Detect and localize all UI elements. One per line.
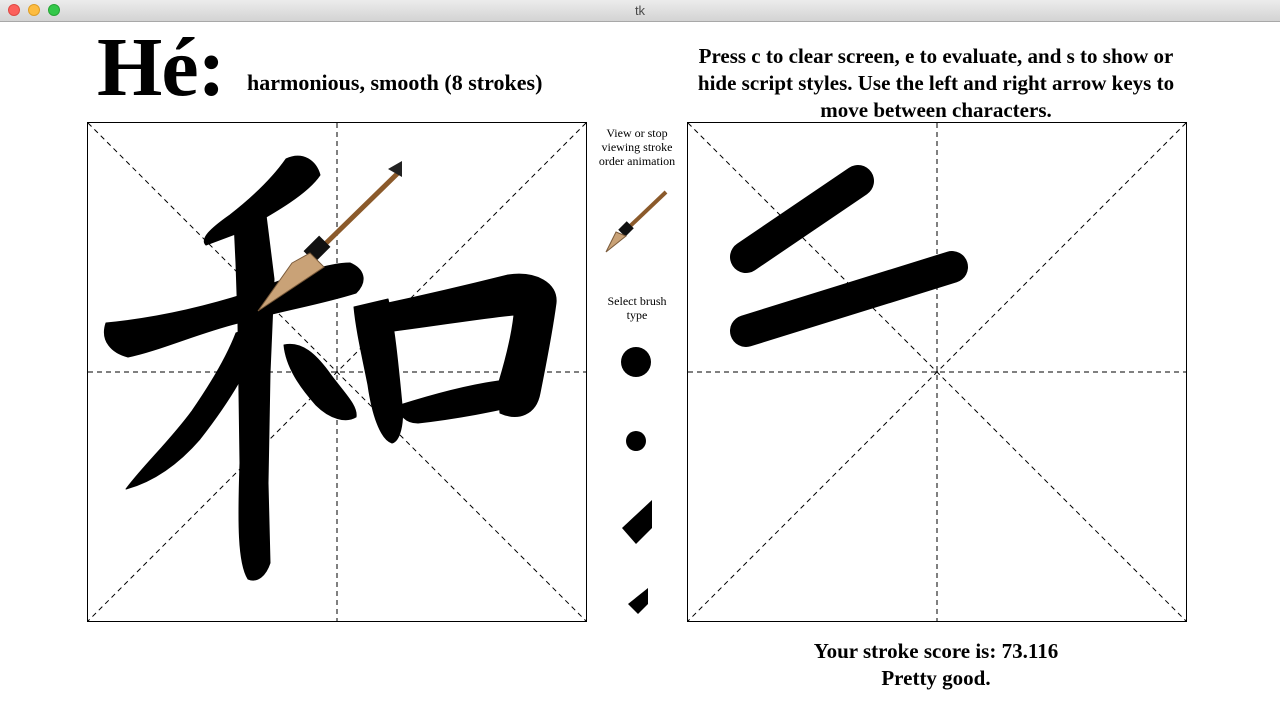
model-character-strokes <box>104 155 557 581</box>
brush-type-label: Select brush type <box>607 294 667 322</box>
round-small-brush-icon[interactable] <box>625 430 647 452</box>
animation-toggle-label: View or stop viewing stroke order animat… <box>598 126 676 168</box>
drawing-canvas[interactable] <box>688 123 1186 621</box>
stroke-score-text: Your stroke score is: 73.116 <box>813 639 1059 663</box>
score-feedback-text: Pretty good. <box>881 666 991 690</box>
instructions-text: Press c to clear screen, e to evaluate, … <box>697 44 1175 122</box>
flat-small-brush-icon[interactable] <box>626 586 650 616</box>
round-large-brush-icon[interactable] <box>620 346 652 378</box>
model-character-panel <box>87 122 587 622</box>
character-meaning: harmonious, smooth (8 strokes) <box>247 70 543 95</box>
score-display: Your stroke score is: 73.116 Pretty good… <box>686 638 1186 692</box>
model-character-canvas <box>88 123 586 621</box>
character-pinyin: Hé: <box>97 21 226 114</box>
brush-icon[interactable] <box>604 188 670 254</box>
window-title: tk <box>634 3 646 18</box>
drawing-canvas-panel[interactable] <box>687 122 1187 622</box>
user-strokes <box>730 165 968 347</box>
window-titlebar: tk <box>0 0 1280 22</box>
guide-lines <box>688 123 1186 621</box>
flat-large-brush-icon[interactable] <box>620 498 654 546</box>
